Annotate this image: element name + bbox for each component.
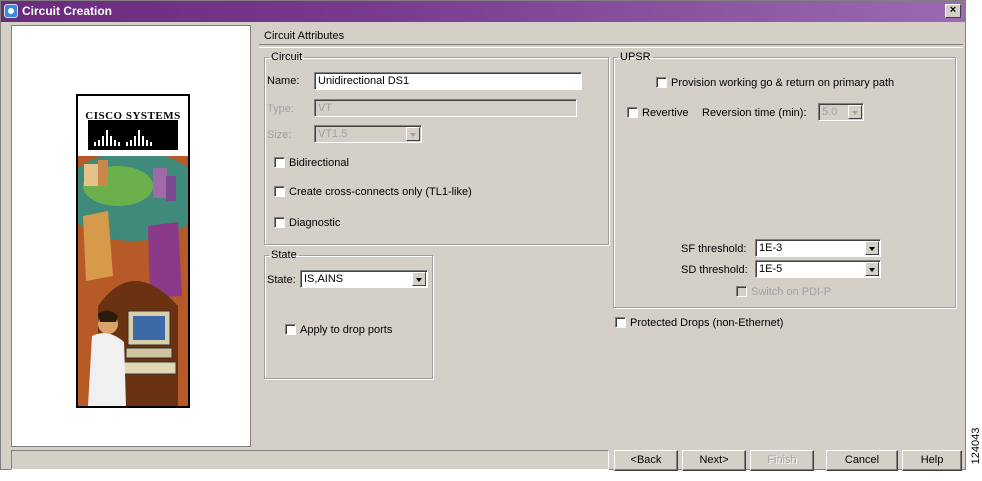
checkbox-box[interactable]: [285, 324, 296, 335]
size-value: VT1.5: [318, 128, 348, 140]
name-label: Name:: [267, 75, 300, 87]
reversion-time-dropdown[interactable]: 5.0: [818, 103, 864, 121]
provision-primary-checkbox[interactable]: Provision working go & return on primary…: [656, 77, 894, 89]
pane-divider: [259, 44, 963, 48]
size-dropdown[interactable]: VT1.5: [314, 125, 422, 143]
state-value: IS,AINS: [304, 273, 344, 285]
title-bar[interactable]: Circuit Creation ×: [1, 1, 965, 22]
chevron-down-icon[interactable]: [865, 262, 879, 276]
reversion-time-label: Reversion time (min):: [702, 107, 807, 119]
reversion-time-value: 5.0: [822, 106, 838, 118]
figure-number: 124043: [966, 418, 982, 478]
chevron-down-icon[interactable]: [412, 272, 426, 286]
circuit-legend: Circuit: [271, 51, 303, 63]
chevron-down-icon[interactable]: [865, 241, 879, 255]
wizard-button-bar: <Back Next> Finish Cancel Help: [11, 450, 964, 471]
checkbox-box[interactable]: [627, 107, 638, 118]
checkbox-box[interactable]: [736, 286, 747, 297]
provision-primary-label: Provision working go & return on primary…: [671, 77, 895, 89]
chevron-down-icon[interactable]: [406, 127, 420, 141]
type-field[interactable]: VT: [314, 99, 577, 117]
cancel-button[interactable]: Cancel: [826, 450, 898, 471]
circuit-creation-window: Circuit Creation × CISCO SYSTEMS Circuit…: [0, 0, 966, 471]
protected-drops-label: Protected Drops (non-Ethernet): [630, 317, 784, 329]
help-button[interactable]: Help: [902, 450, 962, 471]
figure-number-text: 124043: [970, 427, 982, 465]
sf-threshold-value: 1E-3: [759, 242, 783, 254]
checkbox-box[interactable]: [274, 186, 285, 197]
size-label: Size:: [267, 129, 292, 141]
bidirectional-label: Bidirectional: [289, 157, 349, 169]
revertive-checkbox[interactable]: Revertive: [627, 107, 688, 119]
next-button[interactable]: Next>: [682, 450, 746, 471]
revertive-label: Revertive: [642, 107, 689, 119]
diagnostic-label: Diagnostic: [289, 217, 341, 229]
checkbox-box[interactable]: [274, 217, 285, 228]
close-button[interactable]: ×: [945, 4, 961, 18]
checkbox-box[interactable]: [615, 317, 626, 328]
switch-pdip-label: Switch on PDI-P: [751, 286, 832, 298]
back-button[interactable]: <Back: [614, 450, 678, 471]
pane-title: Circuit Attributes: [264, 30, 345, 42]
window-title: Circuit Creation: [22, 4, 113, 18]
network-illustration: [78, 156, 188, 406]
sf-threshold-label: SF threshold:: [681, 243, 747, 255]
sd-threshold-dropdown[interactable]: 1E-5: [755, 260, 881, 278]
state-dropdown[interactable]: IS,AINS: [300, 270, 428, 288]
apply-drop-ports-checkbox[interactable]: Apply to drop ports: [285, 324, 392, 336]
apply-drop-ports-label: Apply to drop ports: [300, 324, 393, 336]
sd-threshold-label: SD threshold:: [681, 264, 748, 276]
cross-connects-label: Create cross-connects only (TL1-like): [289, 186, 472, 198]
cisco-bridge-icon: [88, 120, 178, 150]
checkbox-box[interactable]: [656, 77, 667, 88]
circuit-attributes-pane: Circuit Attributes Circuit Name: Unidire…: [259, 25, 966, 447]
status-field: [11, 450, 609, 470]
wizard-image-pane: CISCO SYSTEMS: [11, 25, 251, 447]
sf-threshold-dropdown[interactable]: 1E-3: [755, 239, 881, 257]
state-group: State: [264, 249, 433, 379]
switch-pdip-checkbox[interactable]: Switch on PDI-P: [736, 286, 831, 298]
bidirectional-checkbox[interactable]: Bidirectional: [274, 157, 349, 169]
state-label: State:: [267, 274, 296, 286]
finish-button[interactable]: Finish: [750, 450, 814, 471]
checkbox-box[interactable]: [274, 157, 285, 168]
state-legend: State: [271, 249, 297, 261]
sd-threshold-value: 1E-5: [759, 263, 783, 275]
app-icon: [4, 4, 18, 18]
upsr-legend: UPSR: [620, 51, 651, 63]
type-label: Type:: [267, 103, 294, 115]
chevron-down-icon[interactable]: [848, 105, 862, 119]
protected-drops-checkbox[interactable]: Protected Drops (non-Ethernet): [615, 317, 783, 329]
name-input[interactable]: Unidirectional DS1: [314, 72, 582, 90]
cross-connects-checkbox[interactable]: Create cross-connects only (TL1-like): [274, 186, 472, 198]
diagnostic-checkbox[interactable]: Diagnostic: [274, 217, 340, 229]
cisco-logo-panel: CISCO SYSTEMS: [76, 94, 190, 408]
